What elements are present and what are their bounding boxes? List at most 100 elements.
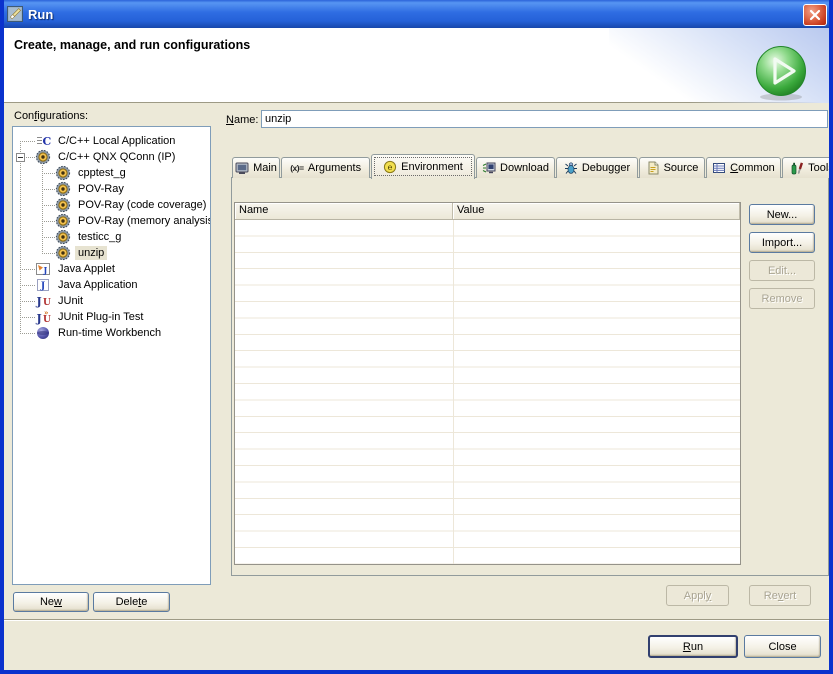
tree-stub [20,333,35,334]
tree-item-label: POV-Ray (memory analysis) [75,214,211,228]
tree-stub [20,269,35,270]
dialog-banner: Create, manage, and run configurations [4,28,829,103]
tree-stub [42,205,55,206]
monitor-icon [235,161,249,175]
tree-item-label: C/C++ Local Application [55,134,178,148]
svg-text:J: J [40,282,45,292]
tree-stub [42,189,55,190]
tab-environment[interactable]: e Environment [371,154,475,179]
title-bar[interactable]: Run [0,0,833,28]
junit-icon: JU [35,293,51,309]
window-close-button[interactable] [803,4,827,26]
tree-item-cpp-qnx-qconn[interactable]: C/C++ QNX QConn (IP) [13,149,210,165]
tree-item-runtime-workbench[interactable]: Run-time Workbench [13,325,210,341]
qnx-gear-icon [55,213,71,229]
column-header-name[interactable]: Name [235,203,453,219]
name-input[interactable] [261,110,828,128]
window-title: Run [28,7,53,22]
qnx-gear-icon [55,165,71,181]
tree-stub [20,285,35,286]
tab-download[interactable]: Download [476,157,555,178]
env-remove-button[interactable]: Remove [749,288,815,309]
tree-item-testicc-g[interactable]: testicc_g [13,229,210,245]
tree-stub [42,237,55,238]
environment-table-body[interactable] [235,220,740,564]
new-configuration-button[interactable]: New [13,592,89,612]
java-applet-icon: J [35,261,51,277]
environment-table: Name Value [234,202,741,565]
collapse-minus-icon[interactable] [16,153,25,162]
svg-text:C: C [43,135,52,148]
tree-item-label: POV-Ray [75,182,127,196]
junit-plugin-icon: JU» [35,309,51,325]
tree-item-cpptest-g[interactable]: cpptest_g [13,165,210,181]
column-header-value[interactable]: Value [453,203,740,219]
tree-item-label: Java Application [55,278,141,292]
tree-item-unzip[interactable]: unzip [13,245,210,261]
column-separator [453,220,454,564]
java-application-icon: J [35,277,51,293]
tab-bar: Main (x)= Arguments e Environment Downlo… [232,153,833,178]
tree-stub [42,253,55,254]
common-table-icon [712,161,726,175]
tab-tools[interactable]: Tools [782,157,833,178]
svg-text:J: J [36,295,42,308]
run-button[interactable]: Run [648,635,738,658]
svg-text:J: J [36,312,42,325]
env-import-button[interactable]: Import... [749,232,815,253]
debugger-bug-icon [564,161,578,175]
qnx-gear-icon [55,197,71,213]
tools-icon [790,161,804,175]
revert-button[interactable]: Revert [749,585,811,606]
qnx-gear-icon [35,149,51,165]
qnx-gear-icon [55,245,71,261]
tree-stub [26,157,35,158]
workbench-icon [35,325,51,341]
tree-item-label: POV-Ray (code coverage) [75,198,209,212]
close-button[interactable]: Close [744,635,821,658]
name-label: Name: [226,114,258,126]
tab-common[interactable]: Common [706,157,781,178]
tab-source[interactable]: Source [639,157,705,178]
tree-item-pov-ray-memory-analysis[interactable]: POV-Ray (memory analysis) [13,213,210,229]
tree-item-java-applet[interactable]: J Java Applet [13,261,210,277]
svg-text:»: » [44,309,48,317]
tree-item-junit-plugin-test[interactable]: JU» JUnit Plug-in Test [13,309,210,325]
tree-item-label: JUnit Plug-in Test [55,310,146,324]
configurations-label: Configurations: [14,110,88,122]
tree-item-label: cpptest_g [75,166,129,180]
env-edit-button[interactable]: Edit... [749,260,815,281]
tree-item-label: C/C++ QNX QConn (IP) [55,150,178,164]
apply-button[interactable]: Apply [666,585,729,606]
configurations-tree[interactable]: C C/C++ Local Application C/C++ QNX QCon… [12,126,211,585]
svg-text:U: U [43,298,51,308]
svg-text:J: J [43,265,48,275]
tree-item-cpp-local-application[interactable]: C C/C++ Local Application [13,133,210,149]
qnx-gear-icon [55,229,71,245]
tree-item-label: testicc_g [75,230,124,244]
tree-stub [42,173,55,174]
env-new-button[interactable]: New... [749,204,815,225]
arguments-icon: (x)= [290,161,304,175]
tree-item-label: unzip [75,246,107,260]
tree-stub [20,317,35,318]
tree-stub [20,301,35,302]
tree-item-pov-ray[interactable]: POV-Ray [13,181,210,197]
tree-item-label: JUnit [55,294,86,308]
tab-debugger[interactable]: Debugger [556,157,638,178]
tree-item-label: Run-time Workbench [55,326,164,340]
tree-stub [42,221,55,222]
source-file-icon [646,161,660,175]
cpp-local-icon: C [35,133,51,149]
environment-table-header: Name Value [235,203,740,220]
tab-main[interactable]: Main [232,157,280,178]
delete-configuration-button[interactable]: Delete [93,592,170,612]
environment-icon: e [383,160,397,174]
tree-item-label: Java Applet [55,262,118,276]
tree-item-java-application[interactable]: J Java Application [13,277,210,293]
tab-arguments[interactable]: (x)= Arguments [281,157,370,178]
run-dialog: Run Create, manage, and run configuratio… [0,0,833,674]
tree-item-pov-ray-code-coverage[interactable]: POV-Ray (code coverage) [13,197,210,213]
tree-item-junit[interactable]: JU JUnit [13,293,210,309]
tree-stub [20,141,35,142]
